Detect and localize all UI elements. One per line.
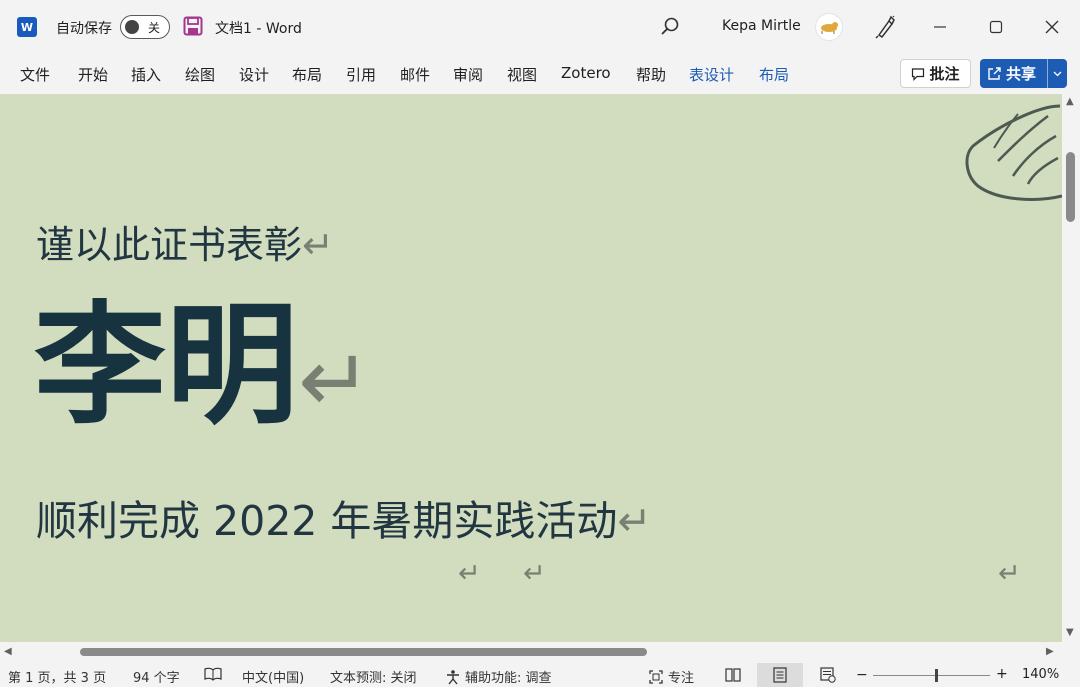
tab-home[interactable]: 开始 <box>78 64 108 85</box>
search-icon[interactable] <box>658 15 682 39</box>
save-icon[interactable] <box>183 16 203 36</box>
close-icon <box>1045 20 1059 34</box>
tab-draw[interactable]: 绘图 <box>185 64 215 85</box>
focus-label: 专注 <box>668 671 695 686</box>
paragraph-mark: ↵ <box>998 558 1021 589</box>
chevron-down-icon <box>1053 71 1062 76</box>
paragraph-mark: ↵ <box>523 558 546 589</box>
share-main[interactable]: 共享 <box>980 59 1047 88</box>
zoom-slider[interactable] <box>873 675 990 676</box>
name-paragraph[interactable]: 李明↵ <box>34 300 372 432</box>
close-button[interactable] <box>1037 12 1067 42</box>
share-label: 共享 <box>1006 65 1037 83</box>
title-bar: W 自动保存 关 文档1 - Word Kepa Mirtle <box>0 0 1080 54</box>
word-count[interactable]: 94 个字 <box>133 667 180 686</box>
tab-layout[interactable]: 布局 <box>292 64 322 85</box>
document-title: 文档1 - Word <box>215 18 302 38</box>
tab-references[interactable]: 引用 <box>346 64 376 85</box>
recipient-name: 李明 <box>34 289 298 443</box>
print-layout-icon <box>773 667 787 683</box>
paragraph-mark: ↵ <box>298 329 372 432</box>
web-layout-icon <box>820 667 836 683</box>
word-logo-icon: W <box>17 17 37 37</box>
intro-text: 谨以此证书表彰 <box>36 223 303 267</box>
completion-text: 顺利完成 2022 年暑期实践活动 <box>36 497 618 545</box>
share-icon <box>988 67 1001 80</box>
autosave-label: 自动保存 <box>56 21 112 37</box>
avatar[interactable] <box>815 13 843 41</box>
title-separator: - <box>256 21 262 37</box>
maximize-button[interactable] <box>981 12 1011 42</box>
accessibility-icon <box>447 669 459 684</box>
tab-review[interactable]: 审阅 <box>453 64 483 85</box>
proofing-status[interactable] <box>204 667 222 681</box>
tab-design[interactable]: 设计 <box>239 64 269 85</box>
user-name[interactable]: Kepa Mirtle <box>722 18 801 34</box>
tab-mailings[interactable]: 邮件 <box>400 64 430 85</box>
autosave-toggle[interactable]: 关 <box>120 15 170 39</box>
zoom-out-button[interactable]: − <box>856 667 868 683</box>
read-mode-button[interactable] <box>722 663 744 687</box>
focus-button[interactable]: 专注 <box>648 667 694 686</box>
scroll-up-arrow[interactable]: ▲ <box>1066 96 1074 107</box>
focus-icon <box>649 669 663 684</box>
paragraph-mark: ↵ <box>617 497 652 545</box>
proofing-icon <box>204 667 222 681</box>
pen-icon[interactable] <box>872 14 896 40</box>
tab-insert[interactable]: 插入 <box>131 64 161 85</box>
tab-help[interactable]: 帮助 <box>636 64 666 85</box>
comment-icon <box>912 67 925 81</box>
scroll-right-arrow[interactable]: ▶ <box>1046 646 1054 657</box>
share-dropdown[interactable] <box>1047 59 1067 88</box>
tab-file[interactable]: 文件 <box>20 64 50 85</box>
paragraph-mark: ↵ <box>302 223 334 267</box>
tab-view[interactable]: 视图 <box>507 64 537 85</box>
toggle-knob <box>125 19 139 34</box>
autosave-state: 关 <box>148 21 161 35</box>
page-info[interactable]: 第 1 页，共 3 页 <box>8 667 106 686</box>
comments-button[interactable]: 批注 <box>900 59 971 88</box>
intro-paragraph[interactable]: 谨以此证书表彰↵ <box>36 214 334 269</box>
zoom-level[interactable]: 140% <box>1022 667 1059 682</box>
read-mode-icon <box>725 668 741 682</box>
web-layout-button[interactable] <box>817 663 839 687</box>
zoom-in-button[interactable]: + <box>996 666 1008 682</box>
comments-label: 批注 <box>929 65 960 83</box>
text-prediction-status[interactable]: 文本预测: 关闭 <box>330 667 417 686</box>
scroll-down-arrow[interactable]: ▼ <box>1066 627 1074 638</box>
avatar-image <box>821 22 838 34</box>
scroll-left-arrow[interactable]: ◀ <box>4 646 12 657</box>
minimize-button[interactable] <box>925 12 955 42</box>
completion-paragraph[interactable]: 顺利完成 2022 年暑期实践活动↵ <box>36 487 652 547</box>
app-name: Word <box>265 21 302 37</box>
tab-table-layout[interactable]: 布局 <box>759 64 789 85</box>
minimize-icon <box>934 26 946 28</box>
accessibility-text: 辅助功能: 调查 <box>465 671 552 686</box>
horizontal-scroll-thumb[interactable] <box>80 648 647 656</box>
leaf-decoration <box>965 104 1062 201</box>
vertical-scroll-thumb[interactable] <box>1066 152 1075 222</box>
accessibility-status[interactable]: 辅助功能: 调查 <box>445 667 552 686</box>
zoom-slider-thumb[interactable] <box>935 669 938 682</box>
language-status[interactable]: 中文(中国) <box>242 667 304 686</box>
tab-zotero[interactable]: Zotero <box>561 64 611 82</box>
print-layout-button[interactable] <box>757 663 803 687</box>
share-button[interactable]: 共享 <box>980 59 1067 88</box>
tab-table-design[interactable]: 表设计 <box>689 64 734 85</box>
document-canvas[interactable]: 谨以此证书表彰↵ 李明↵ 顺利完成 2022 年暑期实践活动↵ ↵ ↵ ↵ <box>0 94 1062 642</box>
document-name: 文档1 <box>215 21 252 37</box>
maximize-icon <box>989 20 1003 34</box>
paragraph-mark: ↵ <box>458 558 481 589</box>
